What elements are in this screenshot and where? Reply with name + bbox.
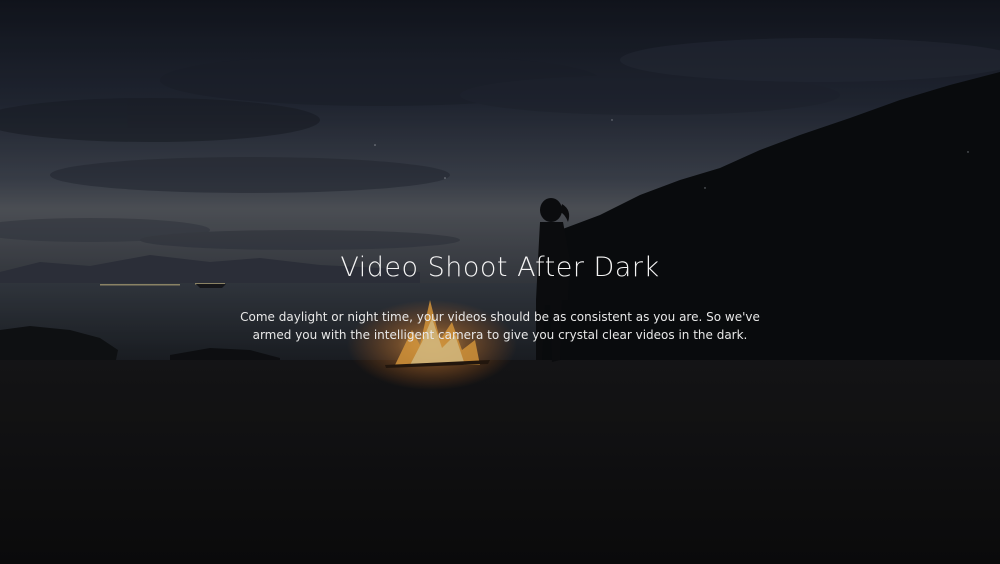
- hero-description: Come daylight or night time, your videos…: [240, 308, 760, 344]
- hero-content: Video Shoot After Dark Come daylight or …: [0, 250, 1000, 344]
- hero-description-line-2: armed you with the intelligent camera to…: [252, 328, 748, 342]
- hero-description-line-1: Come daylight or night time, your videos…: [240, 310, 760, 324]
- hero-title: Video Shoot After Dark: [340, 252, 660, 283]
- hero-section: Video Shoot After Dark Come daylight or …: [0, 0, 1000, 564]
